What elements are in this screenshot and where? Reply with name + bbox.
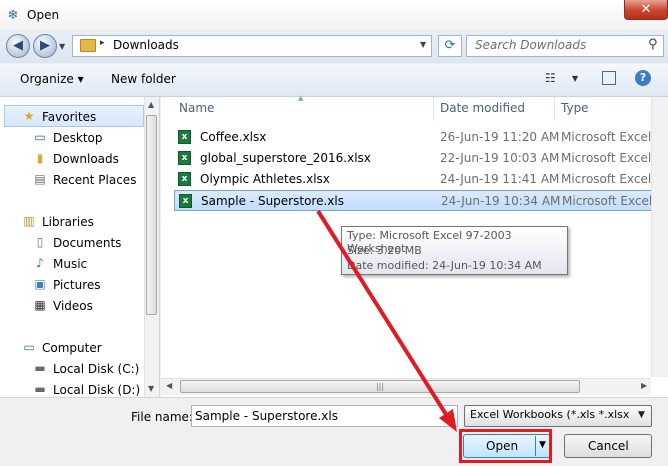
- sidebar-item-label: Music: [53, 257, 88, 271]
- sidebar-item[interactable]: ▭ Computer: [0, 338, 145, 358]
- search-icon[interactable]: ⚲: [648, 37, 658, 52]
- sidebar-item-label: Videos: [53, 299, 93, 313]
- views-dropdown-icon[interactable]: ▼: [572, 74, 578, 83]
- folder-icon: [80, 39, 96, 52]
- forward-button[interactable]: ▶: [33, 34, 57, 58]
- file-name: global_superstore_2016.xlsx: [200, 151, 371, 165]
- local-disk-c-icon: ▬: [34, 361, 46, 375]
- scroll-right-icon[interactable]: ▶: [641, 381, 647, 390]
- sidebar-item[interactable]: ▤ Recent Places: [0, 170, 145, 190]
- close-button[interactable]: ✕: [624, 0, 668, 20]
- sidebar-item[interactable]: ▯ Documents: [0, 233, 145, 253]
- open-highlight-annotation: [459, 429, 552, 463]
- tooltip-date: Date modified: 24-Jun-19 10:34 AM: [347, 259, 542, 272]
- excel-file-icon: x: [179, 194, 192, 208]
- file-row[interactable]: x global_superstore_2016.xlsx 22-Jun-19 …: [174, 148, 668, 169]
- documents-icon: ▯: [36, 235, 44, 249]
- scroll-left-icon[interactable]: ◀: [166, 381, 172, 390]
- new-folder-button[interactable]: New folder: [111, 72, 176, 86]
- file-name-input[interactable]: [191, 405, 458, 427]
- sidebar-item-label: Recent Places: [53, 173, 137, 187]
- file-row[interactable]: x Coffee.xlsx 26-Jun-19 11:20 AM Microso…: [174, 127, 668, 148]
- desktop-icon: ▭: [34, 130, 46, 144]
- nav-scroll-down-icon[interactable]: ▼: [148, 384, 154, 393]
- file-date: 22-Jun-19 10:03 AM: [440, 151, 560, 165]
- column-header-date[interactable]: Date modified: [440, 101, 525, 115]
- refresh-button[interactable]: ⟳: [438, 35, 462, 57]
- star-icon: ★: [23, 109, 35, 123]
- address-path[interactable]: Downloads: [113, 38, 179, 52]
- cancel-button-label[interactable]: Cancel: [588, 439, 629, 453]
- sidebar-item-label: Favorites: [42, 110, 97, 124]
- file-list-vertical-scrollbar[interactable]: [651, 97, 668, 377]
- file-row-selected[interactable]: x Sample - Superstore.xls 24-Jun-19 10:3…: [174, 190, 668, 211]
- organize-button[interactable]: Organize ▾: [20, 72, 84, 86]
- title-bar: [0, 0, 668, 30]
- sidebar-item-label: Local Disk (C:): [53, 362, 140, 376]
- downloads-folder-icon: ▮: [36, 151, 44, 165]
- tooltip-size: Size: 3.20 MB: [347, 244, 422, 257]
- history-dropdown-icon[interactable]: ▼: [59, 42, 65, 51]
- computer-icon: ▭: [23, 340, 35, 354]
- sidebar-item[interactable]: ▣ Pictures: [0, 275, 145, 295]
- file-name-label: File name:: [131, 410, 193, 424]
- back-button[interactable]: ◀: [6, 34, 30, 58]
- search-placeholder[interactable]: Search Downloads: [475, 38, 586, 52]
- path-chevron-icon[interactable]: ▸: [100, 38, 105, 48]
- sidebar-item-label: Downloads: [53, 152, 119, 166]
- command-bar: [0, 64, 668, 97]
- help-icon[interactable]: ?: [635, 70, 651, 86]
- sidebar-item[interactable]: ▦ Videos: [0, 296, 145, 316]
- sidebar-item-label: Local Disk (D:): [53, 383, 141, 397]
- local-disk-d-icon: ▬: [34, 382, 46, 396]
- nav-scrollbar-thumb[interactable]: [146, 115, 157, 315]
- pictures-icon: ▣: [34, 277, 46, 291]
- excel-file-icon: x: [178, 172, 191, 186]
- sidebar-item-label: Libraries: [42, 215, 94, 229]
- app-icon: ❄: [7, 8, 19, 23]
- file-name: Coffee.xlsx: [200, 130, 267, 144]
- sidebar-item-label: Computer: [42, 341, 102, 355]
- excel-file-icon: x: [178, 130, 191, 144]
- sidebar-item-label: Desktop: [53, 131, 103, 145]
- file-date: 26-Jun-19 11:20 AM: [440, 130, 560, 144]
- column-header-name[interactable]: Name: [179, 101, 214, 115]
- file-date: 24-Jun-19 10:34 AM: [441, 194, 561, 208]
- column-divider[interactable]: [433, 97, 434, 121]
- filter-dropdown-icon[interactable]: ▼: [638, 410, 645, 420]
- music-icon: ♪: [36, 256, 44, 270]
- file-name: Sample - Superstore.xls: [201, 194, 344, 208]
- sidebar-item-label: Pictures: [53, 278, 101, 292]
- sidebar-item[interactable]: ▥ Libraries: [0, 212, 145, 232]
- file-type-filter-value[interactable]: Excel Workbooks (*.xls *.xlsx *.xl: [470, 408, 630, 421]
- excel-file-icon: x: [178, 151, 191, 165]
- file-tooltip: Type: Microsoft Excel 97-2003 Worksheet …: [341, 226, 568, 275]
- recent-places-icon: ▤: [34, 172, 46, 186]
- views-icon[interactable]: ☷: [545, 71, 556, 85]
- sidebar-item[interactable]: ▮ Downloads: [0, 149, 145, 169]
- address-dropdown-icon[interactable]: ▼: [420, 40, 426, 49]
- sidebar-item[interactable]: ▬ Local Disk (C:): [0, 359, 145, 379]
- sidebar-item-label: Documents: [53, 236, 122, 250]
- sidebar-item[interactable]: ▭ Desktop: [0, 128, 145, 148]
- libraries-icon: ▥: [23, 214, 35, 228]
- sidebar-item[interactable]: ♪ Music: [0, 254, 145, 274]
- file-name: Olympic Athletes.xlsx: [200, 172, 330, 186]
- preview-pane-icon[interactable]: [602, 71, 616, 85]
- nav-scroll-up-icon[interactable]: ▲: [148, 100, 154, 109]
- column-header-type[interactable]: Type: [561, 101, 589, 115]
- file-date: 24-Jun-19 11:41 AM: [440, 172, 560, 186]
- file-row[interactable]: x Olympic Athletes.xlsx 24-Jun-19 11:41 …: [174, 169, 668, 190]
- sort-up-icon: ▲: [298, 94, 304, 102]
- window-title: Open: [27, 8, 60, 22]
- sidebar-item[interactable]: ★ Favorites: [0, 107, 145, 127]
- column-divider[interactable]: [554, 97, 555, 121]
- horizontal-scrollbar-thumb[interactable]: |||: [180, 380, 580, 393]
- videos-icon: ▦: [34, 298, 46, 312]
